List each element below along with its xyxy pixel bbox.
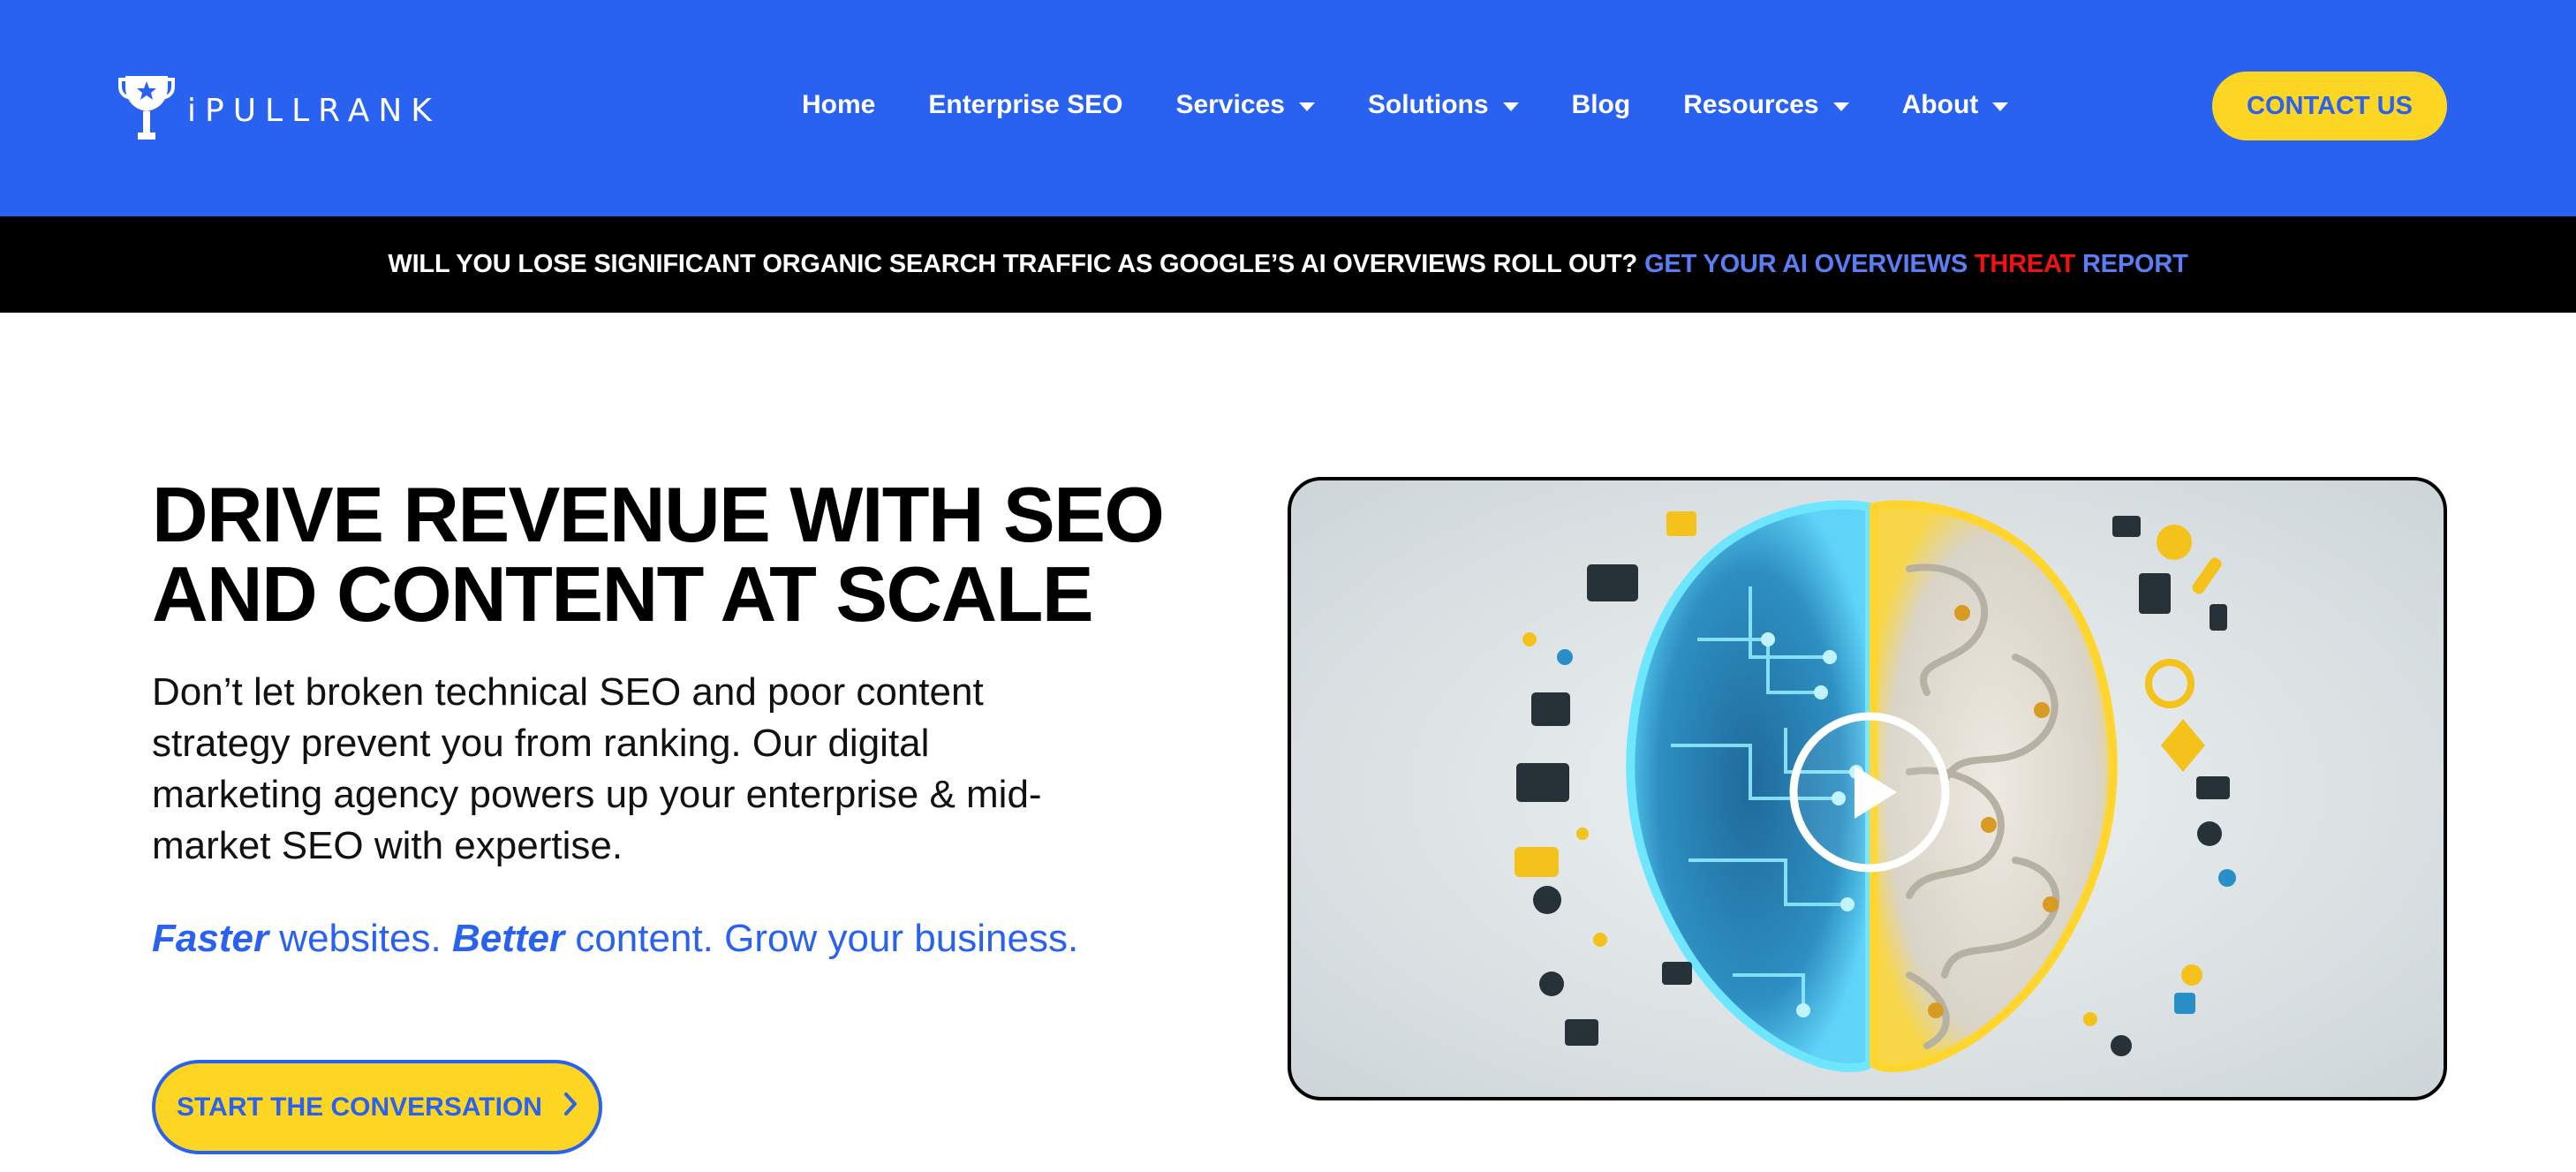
announcement-question: WILL YOU LOSE SIGNIFICANT ORGANIC SEARCH… — [388, 250, 1638, 278]
nav-resources[interactable]: Resources — [1683, 84, 1849, 126]
caret-down-icon — [1992, 102, 2009, 111]
nav-label: Solutions — [1367, 90, 1489, 119]
nav-label: Services — [1175, 90, 1285, 119]
announcement-link-threat: THREAT — [1974, 250, 2076, 278]
nav-label: Blog — [1571, 90, 1631, 119]
tagline-better: Better — [451, 917, 565, 960]
announcement-link[interactable]: GET YOUR AI OVERVIEWS THREAT REPORT — [1644, 250, 2188, 279]
start-conversation-button[interactable]: START THE CONVERSATION — [152, 1060, 602, 1154]
main-nav: Home Enterprise SEO Services Solutions B… — [802, 84, 2009, 126]
hero-description-line: market SEO with expertise. — [152, 824, 623, 867]
hero-description: Don’t let broken technical SEO and poor … — [152, 667, 1141, 872]
nav-solutions[interactable]: Solutions — [1368, 84, 1519, 126]
chevron-right-icon — [563, 1092, 578, 1123]
nav-label: Resources — [1683, 90, 1819, 119]
announcement-bar: WILL YOU LOSE SIGNIFICANT ORGANIC SEARCH… — [0, 216, 2576, 313]
hero-description-line: marketing agency powers up your enterpri… — [152, 773, 1042, 816]
hero-description-line: Don’t let broken technical SEO and poor … — [152, 670, 984, 714]
nav-label: Enterprise SEO — [928, 90, 1123, 119]
nav-services[interactable]: Services — [1175, 84, 1315, 126]
caret-down-icon — [1832, 102, 1849, 111]
tagline-faster: Faster — [152, 917, 269, 960]
announcement-link-part3: REPORT — [2081, 250, 2188, 278]
caret-down-icon — [1298, 102, 1315, 111]
hero-tagline: Faster websites. Better content. Grow yo… — [152, 917, 1078, 961]
hero-title: DRIVE REVENUE WITH SEO AND CONTENT AT SC… — [152, 475, 1194, 634]
trophy-icon — [118, 71, 175, 143]
site-header: iPULLRANK Home Enterprise SEO Services S… — [0, 0, 2576, 216]
hero-video[interactable] — [1288, 477, 2447, 1100]
cta-label: START THE CONVERSATION — [177, 1092, 542, 1122]
nav-about[interactable]: About — [1902, 84, 2009, 126]
caret-down-icon — [1502, 102, 1519, 111]
nav-label: Home — [802, 90, 876, 119]
hero-description-line: strategy prevent you from ranking. Our d… — [152, 722, 930, 765]
nav-label: About — [1901, 90, 1979, 119]
tagline-text-2: content. Grow your business. — [564, 917, 1079, 960]
hero-title-line: AND CONTENT AT SCALE — [152, 550, 1094, 638]
play-icon[interactable] — [1787, 710, 1952, 874]
hero-title-line: DRIVE REVENUE WITH SEO — [152, 471, 1165, 558]
nav-enterprise-seo[interactable]: Enterprise SEO — [928, 84, 1122, 126]
logo-text: iPULLRANK — [187, 92, 441, 129]
tagline-text-1: websites. — [268, 917, 452, 960]
nav-home[interactable]: Home — [802, 84, 875, 126]
contact-us-button[interactable]: CONTACT US — [2212, 72, 2447, 140]
logo[interactable]: iPULLRANK — [118, 71, 441, 143]
nav-blog[interactable]: Blog — [1572, 84, 1631, 126]
announcement-link-part1: GET YOUR AI OVERVIEWS — [1644, 250, 1968, 278]
